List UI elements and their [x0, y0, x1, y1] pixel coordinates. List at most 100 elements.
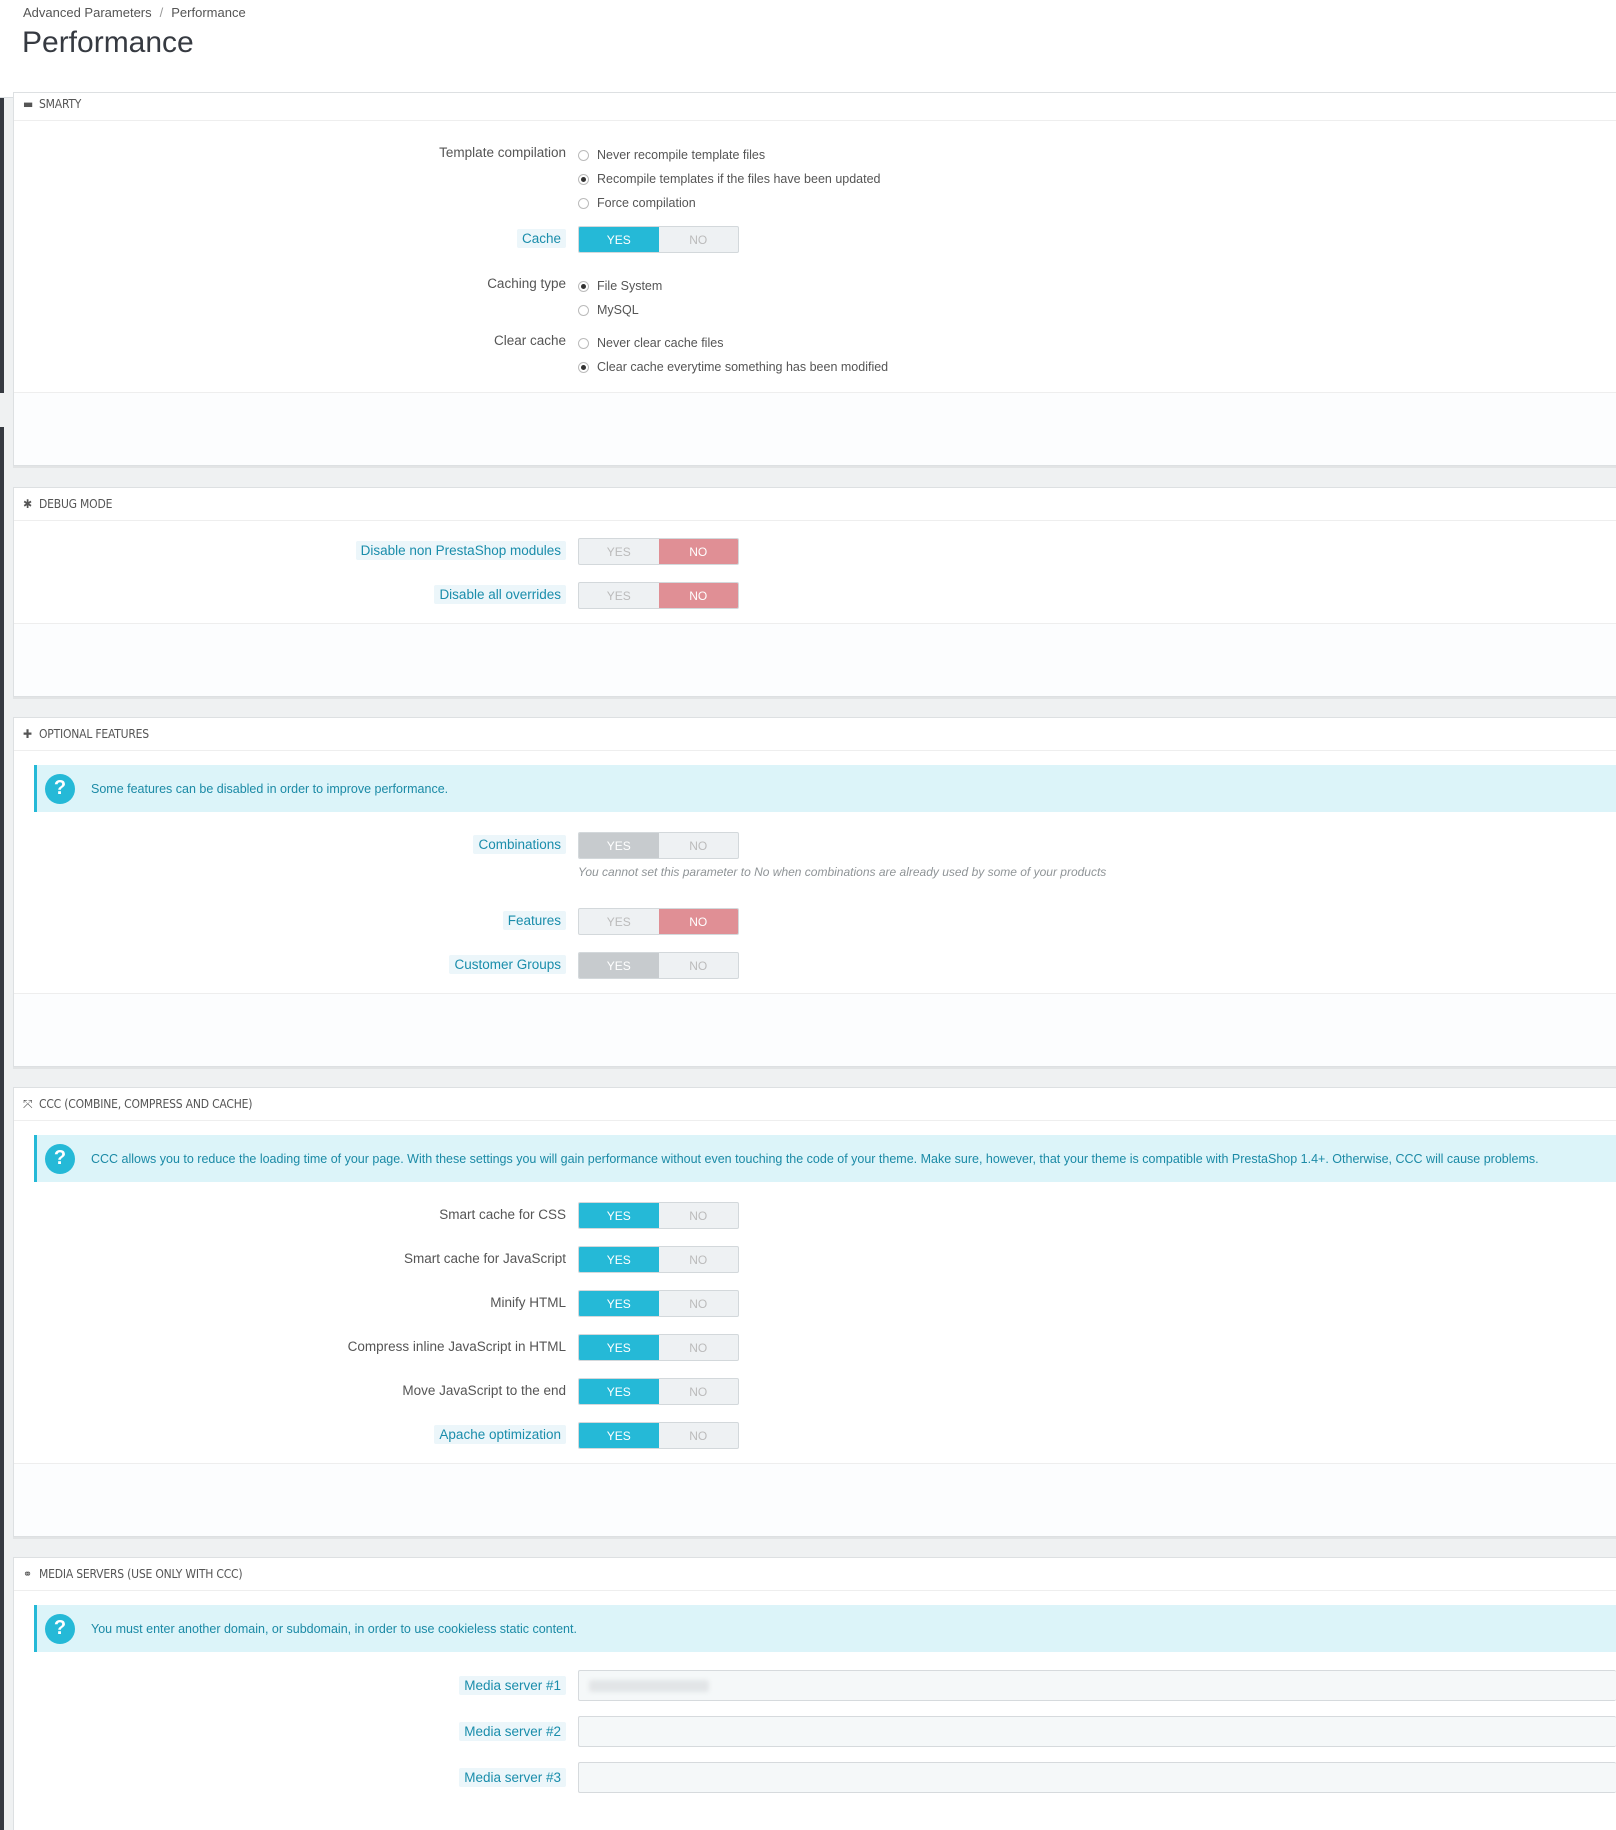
switch-yes[interactable]: YES	[579, 227, 659, 252]
radio-button[interactable]	[578, 173, 589, 185]
radio-option[interactable]: Force compilation	[578, 191, 881, 215]
switch-yes[interactable]: YES	[579, 909, 659, 934]
panel-heading: ▬ SMARTY	[14, 93, 1616, 121]
compress-inline-js-label: Compress inline JavaScript in HTML	[347, 1339, 566, 1354]
radio-option[interactable]: MySQL	[578, 298, 662, 322]
customer-groups-label[interactable]: Customer Groups	[449, 955, 566, 974]
panel-footer	[14, 1463, 1616, 1536]
customer-groups-switch: YES NO	[578, 952, 739, 979]
switch-yes[interactable]: YES	[579, 539, 659, 564]
panel-title: OPTIONAL FEATURES	[39, 727, 149, 741]
radio-option[interactable]: Clear cache everytime something has been…	[578, 355, 888, 379]
media-server-3-label[interactable]: Media server #3	[459, 1768, 566, 1787]
combinations-label[interactable]: Combinations	[473, 835, 566, 854]
link-icon: ⚭	[23, 1567, 32, 1581]
compress-inline-js-switch[interactable]: YES NO	[578, 1334, 739, 1361]
switch-no: NO	[689, 838, 708, 853]
disable-modules-switch[interactable]: YES NO	[578, 538, 739, 565]
switch-no[interactable]: NO	[658, 539, 738, 564]
switch-no[interactable]: NO	[658, 583, 738, 608]
switch-yes[interactable]: YES	[579, 1423, 659, 1448]
switch-yes[interactable]: YES	[579, 583, 659, 608]
clear-cache-label: Clear cache	[493, 333, 566, 348]
radio-button[interactable]	[578, 280, 589, 292]
smart-cache-css-label: Smart cache for CSS	[439, 1207, 566, 1222]
switch-no[interactable]: NO	[659, 1291, 739, 1316]
smart-cache-js-switch[interactable]: YES NO	[578, 1246, 739, 1273]
breadcrumb-parent[interactable]: Advanced Parameters	[23, 5, 152, 20]
radio-button[interactable]	[578, 361, 589, 373]
redacted-value	[589, 1680, 709, 1692]
switch-yes[interactable]: YES	[579, 1379, 659, 1404]
disable-modules-label[interactable]: Disable non PrestaShop modules	[355, 541, 566, 560]
disable-overrides-switch[interactable]: YES NO	[578, 582, 739, 609]
radio-label: Force compilation	[597, 196, 696, 210]
switch-yes[interactable]: YES	[579, 1335, 659, 1360]
panel-footer	[14, 623, 1616, 696]
caching-type-options: File System MySQL	[578, 274, 662, 322]
media-server-3-input[interactable]	[578, 1762, 1616, 1793]
ccc-panel: ⤧ CCC (COMBINE, COMPRESS AND CACHE) ? CCC…	[13, 1087, 1616, 1537]
radio-button[interactable]	[578, 304, 589, 316]
radio-option[interactable]: Never clear cache files	[578, 331, 888, 355]
switch-yes[interactable]: YES	[579, 1247, 659, 1272]
switch-no[interactable]: NO	[659, 1247, 739, 1272]
question-icon: ?	[45, 773, 75, 804]
expand-icon: ⤧	[23, 1097, 33, 1111]
breadcrumb-current: Performance	[171, 5, 246, 20]
panel-title: MEDIA SERVERS (USE ONLY WITH CCC)	[39, 1567, 243, 1581]
combinations-switch: YES NO	[578, 832, 739, 859]
switch-no[interactable]: NO	[659, 227, 739, 252]
media-server-1-label[interactable]: Media server #1	[459, 1676, 566, 1695]
alert-text: Some features can be disabled in order t…	[91, 781, 449, 796]
radio-button[interactable]	[578, 149, 589, 161]
media-server-2-label[interactable]: Media server #2	[459, 1722, 566, 1741]
minify-html-switch[interactable]: YES NO	[578, 1290, 739, 1317]
apache-optimization-label[interactable]: Apache optimization	[434, 1425, 566, 1444]
media-server-1-input[interactable]	[578, 1670, 1616, 1701]
radio-button[interactable]	[578, 337, 589, 349]
switch-no: NO	[689, 958, 708, 973]
switch-yes[interactable]: YES	[579, 1291, 659, 1316]
smarty-panel: ▬ SMARTY Template compilation Never recom…	[13, 92, 1616, 466]
switch-no[interactable]: NO	[659, 1335, 739, 1360]
radio-option[interactable]: File System	[578, 274, 662, 298]
switch-yes: YES	[579, 953, 659, 978]
cache-label[interactable]: Cache	[516, 229, 566, 248]
disable-overrides-label[interactable]: Disable all overrides	[434, 585, 566, 604]
panel-title: CCC (COMBINE, COMPRESS AND CACHE)	[39, 1097, 253, 1111]
switch-yes[interactable]: YES	[579, 1203, 659, 1228]
radio-label: MySQL	[597, 303, 639, 317]
switch-no[interactable]: NO	[659, 1379, 739, 1404]
panel-heading: ✱ DEBUG MODE	[14, 488, 1616, 521]
info-alert: ? You must enter another domain, or subd…	[34, 1605, 1616, 1652]
debug-mode-panel: ✱ DEBUG MODE Disable non PrestaShop modul…	[13, 487, 1616, 697]
smart-cache-js-label: Smart cache for JavaScript	[403, 1251, 566, 1266]
panel-heading: ⤧ CCC (COMBINE, COMPRESS AND CACHE)	[14, 1088, 1616, 1121]
breadcrumb-separator: /	[159, 5, 164, 20]
switch-no[interactable]: NO	[658, 909, 738, 934]
features-label[interactable]: Features	[502, 911, 566, 930]
template-compilation-label: Template compilation	[439, 145, 566, 160]
question-icon: ?	[45, 1143, 75, 1174]
credit-card-icon: ▬	[23, 97, 34, 111]
clear-cache-options: Never clear cache files Clear cache ever…	[578, 331, 888, 379]
switch-no[interactable]: NO	[659, 1423, 739, 1448]
minify-html-label: Minify HTML	[490, 1295, 566, 1310]
apache-optimization-switch[interactable]: YES NO	[578, 1422, 739, 1449]
smart-cache-css-switch[interactable]: YES NO	[578, 1202, 739, 1229]
radio-label: File System	[597, 279, 663, 293]
radio-option[interactable]: Never recompile template files	[578, 143, 881, 167]
radio-button[interactable]	[578, 197, 589, 209]
panel-title: DEBUG MODE	[39, 497, 113, 511]
media-servers-panel: ⚭ MEDIA SERVERS (USE ONLY WITH CCC) ? You…	[13, 1557, 1616, 1830]
radio-option[interactable]: Recompile templates if the files have be…	[578, 167, 881, 191]
question-icon: ?	[45, 1613, 75, 1644]
panel-title: SMARTY	[39, 97, 82, 111]
features-switch[interactable]: YES NO	[578, 908, 739, 935]
move-js-end-switch[interactable]: YES NO	[578, 1378, 739, 1405]
media-server-2-input[interactable]	[578, 1716, 1616, 1747]
cache-switch[interactable]: YES NO	[578, 226, 739, 253]
breadcrumb: Advanced Parameters / Performance	[23, 5, 246, 20]
switch-no[interactable]: NO	[659, 1203, 739, 1228]
